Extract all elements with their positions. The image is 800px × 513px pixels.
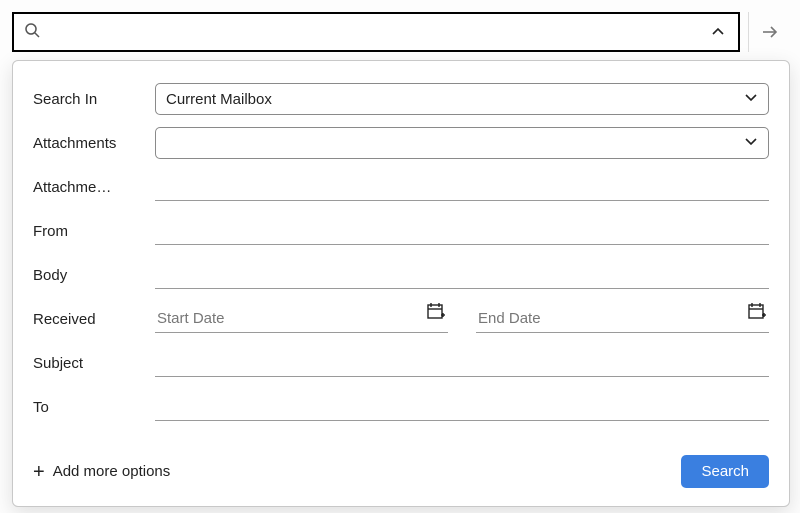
row-received: Received	[33, 297, 769, 341]
advanced-search-panel: Search In Current Mailbox Attachments	[0, 0, 800, 513]
received-end-input[interactable]	[476, 305, 769, 333]
label-to: To	[33, 399, 155, 416]
attachment-contains-input[interactable]	[155, 173, 769, 201]
from-input[interactable]	[155, 217, 769, 245]
label-subject: Subject	[33, 355, 155, 372]
row-to: To	[33, 385, 769, 429]
search-bar-row	[0, 0, 800, 52]
panel-footer: + Add more options Search	[33, 455, 769, 488]
received-start-field	[155, 305, 448, 333]
row-body: Body	[33, 253, 769, 297]
label-from: From	[33, 223, 155, 240]
label-attachment-contains: Attachme…	[33, 179, 155, 196]
row-attachments: Attachments	[33, 121, 769, 165]
row-subject: Subject	[33, 341, 769, 385]
add-more-options-button[interactable]: + Add more options	[33, 462, 170, 482]
search-input[interactable]	[48, 14, 696, 50]
label-body: Body	[33, 267, 155, 284]
label-received: Received	[33, 311, 155, 328]
label-search-in: Search In	[33, 91, 155, 108]
row-from: From	[33, 209, 769, 253]
search-button[interactable]: Search	[681, 455, 769, 488]
search-in-selected: Current Mailbox	[166, 91, 744, 108]
subject-input[interactable]	[155, 349, 769, 377]
received-end-field	[476, 305, 769, 333]
body-input[interactable]	[155, 261, 769, 289]
attachments-dropdown[interactable]	[155, 127, 769, 159]
search-in-dropdown[interactable]: Current Mailbox	[155, 83, 769, 115]
received-start-input[interactable]	[155, 305, 448, 333]
arrow-right-icon	[760, 22, 780, 42]
collapse-advanced-button[interactable]	[704, 18, 732, 46]
to-input[interactable]	[155, 393, 769, 421]
go-button[interactable]	[748, 12, 790, 52]
calendar-add-icon[interactable]	[747, 301, 767, 325]
chevron-up-icon	[711, 25, 725, 39]
calendar-add-icon[interactable]	[426, 301, 446, 325]
row-attachment-contains: Attachme…	[33, 165, 769, 209]
add-more-options-label: Add more options	[53, 463, 171, 480]
search-box[interactable]	[12, 12, 740, 52]
chevron-down-icon	[744, 90, 758, 108]
advanced-search-body: Search In Current Mailbox Attachments	[12, 60, 790, 507]
search-icon	[24, 22, 40, 42]
row-search-in: Search In Current Mailbox	[33, 77, 769, 121]
chevron-down-icon	[744, 134, 758, 152]
label-attachments: Attachments	[33, 135, 155, 152]
plus-icon: +	[33, 462, 45, 482]
